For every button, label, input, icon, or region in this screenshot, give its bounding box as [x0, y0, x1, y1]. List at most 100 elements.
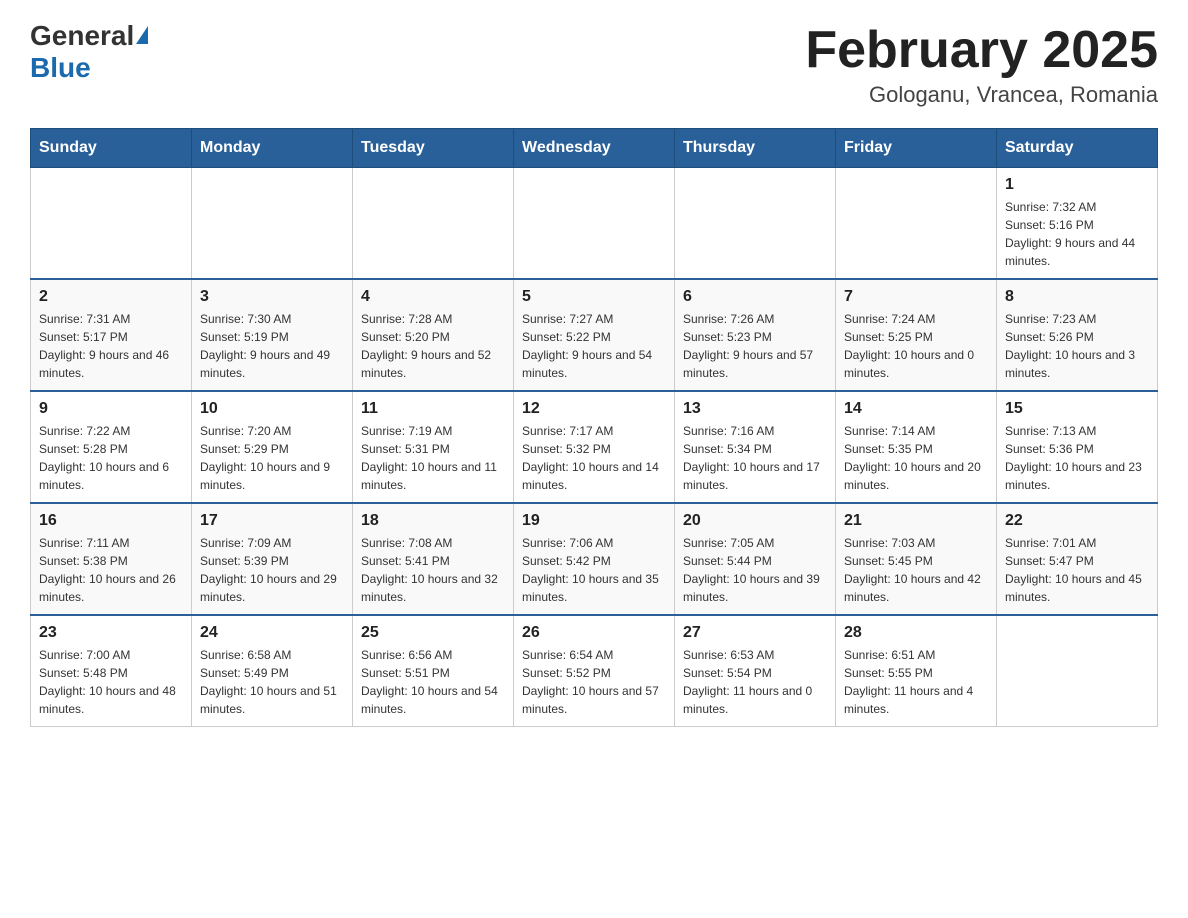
calendar-cell: 19Sunrise: 7:06 AM Sunset: 5:42 PM Dayli…	[514, 503, 675, 615]
calendar-cell: 25 Sunrise: 6:56 AM Sunset: 5:51 PM Dayli…	[353, 615, 514, 727]
day-number: 20	[683, 512, 827, 530]
calendar-week-1: 1 Sunrise: 7:32 AM Sunset: 5:16 PM Daylig…	[31, 168, 1158, 280]
calendar-header-row: SundayMondayTuesdayWednesdayThursdayFrid…	[31, 129, 1158, 168]
logo: General Blue	[30, 20, 148, 84]
calendar-cell: 27 Sunrise: 6:53 AM Sunset: 5:54 PM Dayli…	[675, 615, 836, 727]
calendar-cell: 13 Sunrise: 7:16 AM Sunset: 5:34 PM Dayli…	[675, 391, 836, 503]
day-header-sunday: Sunday	[31, 129, 192, 168]
day-info: Sunrise: 7:32 AM Sunset: 5:16 PM Dayligh…	[1005, 198, 1149, 270]
day-number: 27	[683, 624, 827, 642]
day-number: 16	[39, 512, 183, 530]
calendar-cell: 21 Sunrise: 7:03 AM Sunset: 5:45 PM Dayli…	[836, 503, 997, 615]
day-info: Sunrise: 7:16 AM Sunset: 5:34 PM Dayligh…	[683, 422, 827, 494]
location-text: Gologanu, Vrancea, Romania	[805, 82, 1158, 108]
calendar-cell: 18 Sunrise: 7:08 AM Sunset: 5:41 PM Dayli…	[353, 503, 514, 615]
calendar-cell	[514, 168, 675, 280]
day-info: Sunrise: 7:01 AM Sunset: 5:47 PM Dayligh…	[1005, 534, 1149, 606]
calendar-week-5: 23 Sunrise: 7:00 AM Sunset: 5:48 PM Dayli…	[31, 615, 1158, 727]
calendar-cell	[836, 168, 997, 280]
day-info: Sunrise: 7:09 AM Sunset: 5:39 PM Dayligh…	[200, 534, 344, 606]
calendar-cell: 11 Sunrise: 7:19 AM Sunset: 5:31 PM Dayli…	[353, 391, 514, 503]
day-info: Sunrise: 7:30 AM Sunset: 5:19 PM Dayligh…	[200, 310, 344, 382]
day-number: 7	[844, 288, 988, 306]
calendar-cell	[997, 615, 1158, 727]
day-header-wednesday: Wednesday	[514, 129, 675, 168]
month-title: February 2025	[805, 20, 1158, 80]
day-info: Sunrise: 7:00 AM Sunset: 5:48 PM Dayligh…	[39, 646, 183, 718]
calendar-cell: 24 Sunrise: 6:58 AM Sunset: 5:49 PM Dayli…	[192, 615, 353, 727]
day-number: 12	[522, 400, 666, 418]
day-number: 21	[844, 512, 988, 530]
calendar-cell: 1 Sunrise: 7:32 AM Sunset: 5:16 PM Daylig…	[997, 168, 1158, 280]
logo-general-text: General	[30, 20, 148, 52]
day-number: 24	[200, 624, 344, 642]
calendar-cell	[192, 168, 353, 280]
day-info: Sunrise: 7:08 AM Sunset: 5:41 PM Dayligh…	[361, 534, 505, 606]
day-info: Sunrise: 7:11 AM Sunset: 5:38 PM Dayligh…	[39, 534, 183, 606]
day-info: Sunrise: 7:03 AM Sunset: 5:45 PM Dayligh…	[844, 534, 988, 606]
day-number: 9	[39, 400, 183, 418]
day-info: Sunrise: 7:24 AM Sunset: 5:25 PM Dayligh…	[844, 310, 988, 382]
day-info: Sunrise: 7:05 AM Sunset: 5:44 PM Dayligh…	[683, 534, 827, 606]
calendar-cell: 17Sunrise: 7:09 AM Sunset: 5:39 PM Dayli…	[192, 503, 353, 615]
day-number: 25	[361, 624, 505, 642]
calendar-cell: 6 Sunrise: 7:26 AM Sunset: 5:23 PM Daylig…	[675, 279, 836, 391]
calendar-cell: 22 Sunrise: 7:01 AM Sunset: 5:47 PM Dayli…	[997, 503, 1158, 615]
day-info: Sunrise: 6:51 AM Sunset: 5:55 PM Dayligh…	[844, 646, 988, 718]
calendar-week-4: 16 Sunrise: 7:11 AM Sunset: 5:38 PM Dayli…	[31, 503, 1158, 615]
day-number: 13	[683, 400, 827, 418]
logo-blue-text: Blue	[30, 52, 91, 84]
day-number: 10	[200, 400, 344, 418]
logo-triangle-icon	[136, 26, 148, 44]
calendar-cell: 7 Sunrise: 7:24 AM Sunset: 5:25 PM Daylig…	[836, 279, 997, 391]
calendar-cell	[353, 168, 514, 280]
day-number: 11	[361, 400, 505, 418]
day-number: 28	[844, 624, 988, 642]
day-info: Sunrise: 7:28 AM Sunset: 5:20 PM Dayligh…	[361, 310, 505, 382]
calendar-cell: 8Sunrise: 7:23 AM Sunset: 5:26 PM Daylig…	[997, 279, 1158, 391]
calendar-cell: 20 Sunrise: 7:05 AM Sunset: 5:44 PM Dayli…	[675, 503, 836, 615]
day-number: 14	[844, 400, 988, 418]
day-header-monday: Monday	[192, 129, 353, 168]
day-header-tuesday: Tuesday	[353, 129, 514, 168]
day-header-friday: Friday	[836, 129, 997, 168]
day-number: 1	[1005, 176, 1149, 194]
calendar-cell	[675, 168, 836, 280]
day-info: Sunrise: 7:22 AM Sunset: 5:28 PM Dayligh…	[39, 422, 183, 494]
day-header-thursday: Thursday	[675, 129, 836, 168]
calendar-week-3: 9 Sunrise: 7:22 AM Sunset: 5:28 PM Daylig…	[31, 391, 1158, 503]
day-info: Sunrise: 7:23 AM Sunset: 5:26 PM Dayligh…	[1005, 310, 1149, 382]
day-number: 2	[39, 288, 183, 306]
day-info: Sunrise: 7:26 AM Sunset: 5:23 PM Dayligh…	[683, 310, 827, 382]
calendar-cell: 15 Sunrise: 7:13 AM Sunset: 5:36 PM Dayli…	[997, 391, 1158, 503]
day-number: 22	[1005, 512, 1149, 530]
day-number: 18	[361, 512, 505, 530]
day-number: 23	[39, 624, 183, 642]
day-number: 6	[683, 288, 827, 306]
title-block: February 2025 Gologanu, Vrancea, Romania	[805, 20, 1158, 108]
day-info: Sunrise: 7:06 AM Sunset: 5:42 PM Dayligh…	[522, 534, 666, 606]
day-number: 26	[522, 624, 666, 642]
day-info: Sunrise: 6:53 AM Sunset: 5:54 PM Dayligh…	[683, 646, 827, 718]
day-info: Sunrise: 7:17 AM Sunset: 5:32 PM Dayligh…	[522, 422, 666, 494]
day-info: Sunrise: 6:58 AM Sunset: 5:49 PM Dayligh…	[200, 646, 344, 718]
day-info: Sunrise: 7:13 AM Sunset: 5:36 PM Dayligh…	[1005, 422, 1149, 494]
calendar-week-2: 2 Sunrise: 7:31 AM Sunset: 5:17 PM Daylig…	[31, 279, 1158, 391]
calendar-cell: 10 Sunrise: 7:20 AM Sunset: 5:29 PM Dayli…	[192, 391, 353, 503]
calendar-cell: 3Sunrise: 7:30 AM Sunset: 5:19 PM Daylig…	[192, 279, 353, 391]
calendar-cell: 26Sunrise: 6:54 AM Sunset: 5:52 PM Dayli…	[514, 615, 675, 727]
calendar-cell: 16 Sunrise: 7:11 AM Sunset: 5:38 PM Dayli…	[31, 503, 192, 615]
calendar-cell: 9 Sunrise: 7:22 AM Sunset: 5:28 PM Daylig…	[31, 391, 192, 503]
calendar-cell: 14 Sunrise: 7:14 AM Sunset: 5:35 PM Dayli…	[836, 391, 997, 503]
day-info: Sunrise: 7:31 AM Sunset: 5:17 PM Dayligh…	[39, 310, 183, 382]
day-number: 15	[1005, 400, 1149, 418]
day-info: Sunrise: 7:14 AM Sunset: 5:35 PM Dayligh…	[844, 422, 988, 494]
day-number: 4	[361, 288, 505, 306]
calendar-cell	[31, 168, 192, 280]
day-info: Sunrise: 7:19 AM Sunset: 5:31 PM Dayligh…	[361, 422, 505, 494]
day-info: Sunrise: 6:56 AM Sunset: 5:51 PM Dayligh…	[361, 646, 505, 718]
calendar-cell: 2 Sunrise: 7:31 AM Sunset: 5:17 PM Daylig…	[31, 279, 192, 391]
day-info: Sunrise: 7:20 AM Sunset: 5:29 PM Dayligh…	[200, 422, 344, 494]
day-number: 5	[522, 288, 666, 306]
calendar-cell: 23 Sunrise: 7:00 AM Sunset: 5:48 PM Dayli…	[31, 615, 192, 727]
